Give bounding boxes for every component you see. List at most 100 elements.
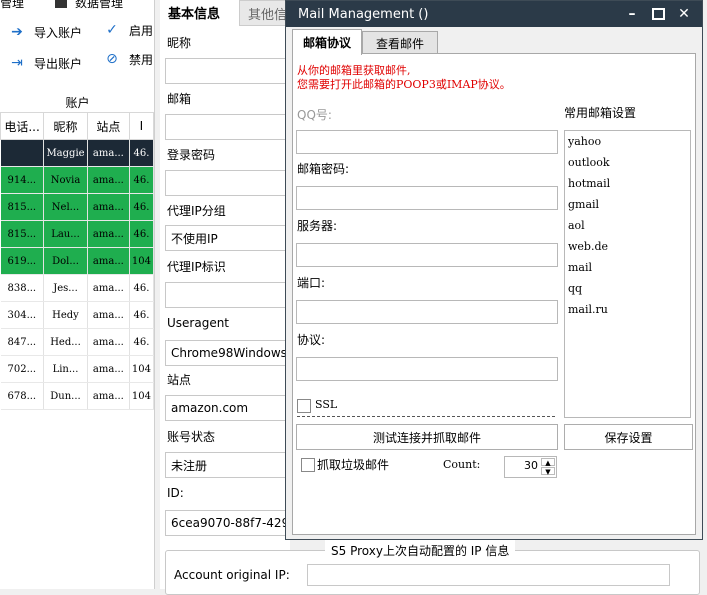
menu-manage[interactable]: 管理: [0, 0, 24, 11]
table-cell: 46.: [129, 139, 155, 167]
grid-icon: [55, 0, 67, 8]
id-input[interactable]: 6cea9070-88f7-429a: [165, 510, 302, 536]
junk-mail-checkbox[interactable]: [301, 458, 315, 472]
status-label: 账号状态: [167, 430, 216, 444]
mail-list-item[interactable]: aol: [568, 219, 585, 232]
mail-list-item[interactable]: outlook: [568, 156, 610, 169]
count-value: 30: [524, 459, 538, 472]
nickname-input[interactable]: [165, 58, 302, 84]
password-input[interactable]: [165, 170, 302, 196]
table-cell: ama...: [87, 274, 130, 302]
table-cell: ama...: [87, 220, 130, 248]
table-cell: 619...: [0, 247, 45, 275]
table-row[interactable]: 702... Lin... ama... 104: [0, 355, 155, 383]
mail-list-item[interactable]: mail.ru: [568, 303, 608, 316]
disable-label: 禁用: [129, 52, 154, 67]
port-input[interactable]: [296, 300, 558, 324]
status-select[interactable]: 未注册: [165, 452, 302, 478]
table-row[interactable]: 914... Novia ama... 46.: [0, 166, 155, 194]
minimize-icon[interactable]: –: [620, 4, 644, 24]
junk-mail-label: 抓取垃圾邮件: [317, 458, 390, 472]
table-cell: ama...: [87, 139, 130, 167]
mail-password-input[interactable]: [296, 186, 558, 210]
test-connection-button[interactable]: 测试连接并抓取邮件: [296, 424, 558, 450]
server-label: 服务器:: [297, 219, 338, 233]
table-cell: 104: [129, 382, 155, 410]
table-cell: 46.: [129, 193, 155, 221]
stepper-down-icon[interactable]: ▼: [541, 467, 555, 476]
site-select[interactable]: amazon.com: [165, 395, 302, 421]
ssl-checkbox[interactable]: [297, 399, 311, 413]
menu-data-manage[interactable]: 数据管理: [55, 0, 123, 11]
proxy-id-label: 代理IP标识: [167, 260, 226, 274]
proxy-group-select[interactable]: 不使用IP: [165, 225, 302, 251]
maximize-icon[interactable]: [646, 4, 670, 24]
table-cell: ama...: [87, 355, 130, 383]
mail-list-item[interactable]: web.de: [568, 240, 608, 253]
common-mail-list[interactable]: yahoo outlook hotmail gmail aol web.de mail qq m…: [564, 130, 691, 418]
account-panel: 管理 数据管理 ➔ 导入账户 ⇥ 导出账户 ✓ 启用 ⊘ 禁用 账户 电话...…: [0, 0, 155, 589]
password-label: 登录密码: [167, 148, 216, 162]
ssl-label: SSL: [315, 398, 338, 411]
mail-list-item[interactable]: gmail: [568, 198, 599, 211]
stepper-up-icon[interactable]: ▲: [541, 458, 555, 467]
protocol-label: 协议:: [297, 333, 326, 347]
account-ip-input[interactable]: [307, 564, 670, 586]
mail-list-item[interactable]: qq: [568, 282, 582, 295]
table-cell: 815...: [0, 193, 45, 221]
enable-button[interactable]: ✓ 启用: [103, 20, 153, 40]
col-ip[interactable]: I: [128, 112, 155, 140]
table-cell: 815...: [0, 220, 45, 248]
mail-password-label: 邮箱密码:: [297, 162, 350, 176]
disable-button[interactable]: ⊘ 禁用: [103, 49, 153, 69]
email-label: 邮箱: [167, 92, 192, 106]
table-cell: ama...: [87, 193, 130, 221]
tab-mail-protocol[interactable]: 邮箱协议: [292, 29, 362, 55]
table-cell: Dun...: [43, 382, 88, 410]
table-row[interactable]: 815... Lau... ama... 46.: [0, 220, 155, 248]
col-nickname[interactable]: 昵称: [43, 112, 88, 140]
divider: [297, 416, 555, 417]
table-cell: ama...: [87, 247, 130, 275]
table-cell: ama...: [87, 382, 130, 410]
table-cell: Nel...: [43, 193, 88, 221]
table-row[interactable]: 304... Hedy ama... 46.: [0, 301, 155, 329]
mail-list-item[interactable]: hotmail: [568, 177, 610, 190]
server-input[interactable]: [296, 243, 558, 267]
email-input[interactable]: [165, 114, 302, 140]
count-stepper[interactable]: 30 ▲ ▼: [504, 456, 557, 478]
export-accounts-button[interactable]: ⇥ 导出账户: [8, 53, 82, 73]
table-cell: 847...: [0, 328, 45, 356]
count-label: Count:: [443, 458, 481, 471]
proxy-group-label: 代理IP分组: [167, 204, 226, 218]
table-row[interactable]: Maggie ama... 46.: [0, 139, 155, 167]
import-accounts-button[interactable]: ➔ 导入账户: [8, 22, 82, 42]
col-phone[interactable]: 电话...: [0, 112, 45, 140]
table-cell: Hedy: [43, 301, 88, 329]
basic-info-form: 基本信息 其他信息 昵称 邮箱 登录密码 代理IP分组 不使用IP 代理IP标识…: [160, 0, 317, 589]
table-row[interactable]: 619... Dol... ama... 104: [0, 247, 155, 275]
import-label: 导入账户: [34, 25, 83, 40]
table-cell: Lau...: [43, 220, 88, 248]
useragent-select[interactable]: Chrome98Windows: [165, 340, 302, 366]
table-row[interactable]: 838... Jes... ama... 46.: [0, 274, 155, 302]
table-row[interactable]: 815... Nel... ama... 46.: [0, 193, 155, 221]
proxy-info-title: S5 Proxy上次自动配置的 IP 信息: [325, 539, 516, 561]
protocol-input[interactable]: [296, 357, 558, 381]
save-settings-button[interactable]: 保存设置: [564, 424, 693, 450]
qq-input[interactable]: [296, 130, 558, 154]
table-row[interactable]: 847... Hed... ama... 46.: [0, 328, 155, 356]
col-site[interactable]: 站点: [86, 112, 130, 140]
mail-list-item[interactable]: mail: [568, 261, 592, 274]
close-icon[interactable]: ✕: [672, 4, 696, 24]
mail-list-item[interactable]: yahoo: [568, 135, 601, 148]
table-cell: 702...: [0, 355, 45, 383]
site-label: 站点: [167, 373, 192, 387]
tab-view-mail[interactable]: 查看邮件: [362, 31, 438, 54]
table-cell: 304...: [0, 301, 45, 329]
check-circle-icon: ✓: [106, 22, 118, 38]
table-row[interactable]: 678... Dun... ama... 104: [0, 382, 155, 410]
qq-label: QQ号:: [297, 108, 332, 122]
menu-data-manage-label: 数据管理: [75, 0, 124, 10]
proxy-id-input[interactable]: [165, 282, 302, 308]
